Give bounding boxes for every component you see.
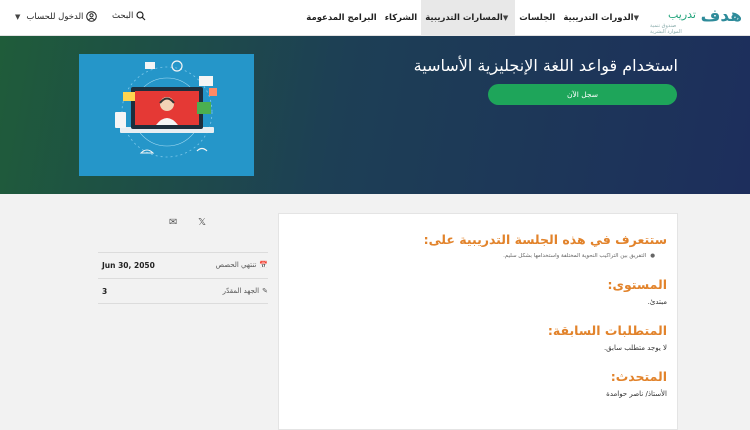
register-button[interactable]: سجل الآن <box>488 84 677 105</box>
nav-sessions[interactable]: الجلسات <box>515 0 559 36</box>
page-title: استخدام قواعد اللغة الإنجليزية الأساسية <box>413 56 678 75</box>
nav-sessions-label: الجلسات <box>519 13 556 23</box>
learn-item-text: التفريق بين التراكيب النحوية المختلفة وا… <box>503 253 647 259</box>
share-email-button[interactable]: ✉ <box>169 217 177 228</box>
calendar-icon: 📅 <box>259 261 268 269</box>
prereq-heading: المتطلبات السابقة: <box>547 323 667 338</box>
effort-text: الجهد المقدّر <box>222 287 260 295</box>
nav-courses[interactable]: الدورات التدريبية ▼ <box>559 0 646 36</box>
chevron-down-icon: ▼ <box>633 14 639 22</box>
nav-programs-label: البرامج المدعومة <box>306 13 377 23</box>
nav-menu: الدورات التدريبية ▼ الجلسات المسارات الت… <box>302 0 646 36</box>
info-row-effort: ✎ الجهد المقدّر 3 <box>98 278 268 304</box>
login-label: الدخول للحساب <box>26 11 84 22</box>
course-details-card: ستتعرف في هذه الجلسة التدريبية على: ● ال… <box>278 213 678 430</box>
prereq-value: لا يوجد متطلب سابق. <box>603 344 667 352</box>
end-date-value: Jun 30, 2050 <box>102 261 155 270</box>
nav-partners-label: الشركاء <box>384 13 418 23</box>
search-label: البحث <box>112 11 134 21</box>
user-icon <box>86 11 98 22</box>
brand-logo[interactable]: هدف تدريب صندوق تنمية الموارد البشرية <box>650 4 743 35</box>
email-icon: ✉ <box>169 217 178 228</box>
search-icon <box>136 11 146 21</box>
learn-heading: ستتعرف في هذه الجلسة التدريبية على: <box>423 232 667 247</box>
logo-sub: تدريب <box>667 8 696 21</box>
online-learning-icon <box>115 60 217 158</box>
effort-label: ✎ الجهد المقدّر <box>223 287 268 295</box>
chevron-down-icon: ▼ <box>15 12 21 21</box>
nav-paths[interactable]: المسارات التدريبية ▼ <box>421 0 516 36</box>
logo-mark: هدف <box>700 6 743 26</box>
effort-value: 3 <box>102 287 108 296</box>
chevron-down-icon: ▼ <box>502 14 509 22</box>
speaker-heading: المتحدث: <box>610 369 667 384</box>
nav-partners[interactable]: الشركاء <box>381 0 422 36</box>
login-link[interactable]: ▼ الدخول للحساب <box>15 11 98 22</box>
speaker-value: الأستاذ/ ناصر حوامدة <box>606 390 667 398</box>
course-illustration <box>79 54 254 176</box>
level-value: مبتدئ. <box>647 298 667 306</box>
pencil-icon: ✎ <box>262 287 268 295</box>
nav-paths-label: المسارات التدريبية <box>425 13 503 23</box>
nav-programs[interactable]: البرامج المدعومة <box>302 0 380 36</box>
nav-courses-label: الدورات التدريبية <box>563 13 634 23</box>
logo-tagline: صندوق تنمية الموارد البشرية <box>650 23 682 35</box>
end-date-label: 📅 تنتهي الحصص <box>216 261 268 269</box>
share-x-button[interactable]: 𝕏 <box>198 217 206 228</box>
x-icon: 𝕏 <box>198 217 207 228</box>
bullet-icon: ● <box>650 253 655 259</box>
top-navigation: هدف تدريب صندوق تنمية الموارد البشرية ال… <box>0 0 750 36</box>
level-heading: المستوى: <box>607 277 667 292</box>
search-link[interactable]: البحث <box>112 11 146 21</box>
learn-item: ● التفريق بين التراكيب النحوية المختلفة … <box>289 253 667 259</box>
info-row-end-date: 📅 تنتهي الحصص Jun 30, 2050 <box>98 252 268 278</box>
hero-banner: استخدام قواعد اللغة الإنجليزية الأساسية … <box>0 36 750 194</box>
end-date-text: تنتهي الحصص <box>215 261 257 269</box>
